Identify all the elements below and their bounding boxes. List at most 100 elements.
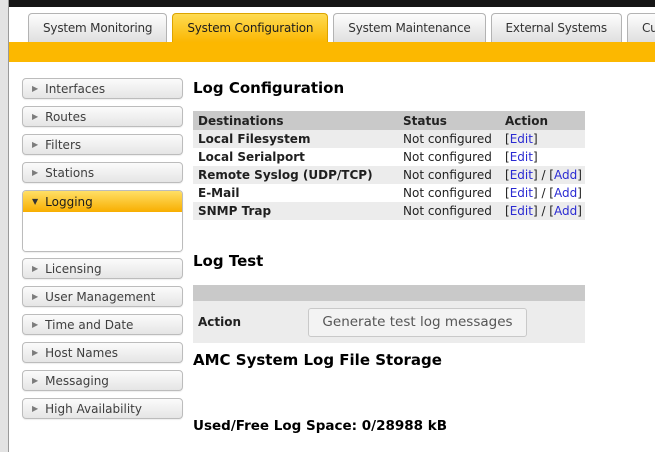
- add-link[interactable]: Add: [554, 204, 577, 218]
- column-header-action: Action: [500, 114, 585, 128]
- sidebar-item-high-availability[interactable]: ▶ High Availability: [22, 398, 183, 419]
- tab-system-monitoring[interactable]: System Monitoring: [28, 13, 167, 42]
- log-test-title: Log Test: [193, 253, 585, 269]
- tab-label: External Systems: [506, 21, 607, 35]
- action-separator: /: [538, 186, 550, 200]
- sidebar-item-stations[interactable]: ▶ Stations: [22, 162, 183, 183]
- tab-label: Custom Script: [642, 21, 655, 35]
- sidebar-item-logging[interactable]: ▼ Logging: [23, 191, 182, 212]
- chevron-right-icon: ▶: [32, 141, 38, 149]
- table-row: SNMP Trap Not configured [Edit] / [Add]: [193, 202, 585, 220]
- chevron-right-icon: ▶: [32, 377, 38, 385]
- edit-link[interactable]: Edit: [510, 150, 533, 164]
- add-link[interactable]: Add: [554, 168, 577, 182]
- table-row: E-Mail Not configured [Edit] / [Add]: [193, 184, 585, 202]
- destination-label: E-Mail: [193, 186, 398, 200]
- sidebar-item-filters[interactable]: ▶ Filters: [22, 134, 183, 155]
- destination-label: Local Serialport: [193, 150, 398, 164]
- bracket: ]: [533, 132, 538, 146]
- tab-label: System Maintenance: [348, 21, 470, 35]
- sidebar-item-user-management[interactable]: ▶ User Management: [22, 286, 183, 307]
- log-test-table-header: [193, 285, 585, 301]
- tab-system-maintenance[interactable]: System Maintenance: [333, 13, 485, 42]
- action-separator: /: [538, 204, 550, 218]
- log-space-usage-text: Used/Free Log Space: 0/28988 kB: [193, 418, 585, 434]
- bracket: ]: [577, 186, 582, 200]
- add-link[interactable]: Add: [554, 186, 577, 200]
- sidebar-item-messaging[interactable]: ▶ Messaging: [22, 370, 183, 391]
- status-value: Not configured: [398, 186, 500, 200]
- chevron-right-icon: ▶: [32, 321, 38, 329]
- sidebar-item-routes[interactable]: ▶ Routes: [22, 106, 183, 127]
- action-cell: [Edit] / [Add]: [500, 168, 585, 182]
- chevron-right-icon: ▶: [32, 265, 38, 273]
- log-destinations-table-header: Destinations Status Action: [193, 111, 585, 130]
- status-value: Not configured: [398, 132, 500, 146]
- edit-link[interactable]: Edit: [510, 204, 533, 218]
- destination-label: SNMP Trap: [193, 204, 398, 218]
- destination-label: Remote Syslog (UDP/TCP): [193, 168, 398, 182]
- window-left-edge: [0, 0, 9, 452]
- log-test-action-row: Action Generate test log messages: [193, 301, 585, 343]
- bracket: ]: [577, 168, 582, 182]
- column-header-status: Status: [398, 114, 500, 128]
- tab-system-configuration[interactable]: System Configuration: [172, 13, 328, 42]
- accent-bar: [9, 42, 655, 62]
- status-value: Not configured: [398, 204, 500, 218]
- sidebar-group-logging: ▼ Logging: [22, 190, 183, 252]
- page-title: Log Configuration: [193, 80, 585, 96]
- chevron-right-icon: ▶: [32, 85, 38, 93]
- edit-link[interactable]: Edit: [510, 186, 533, 200]
- sidebar-item-interfaces[interactable]: ▶ Interfaces: [22, 78, 183, 99]
- sidebar-accordion: ▶ Interfaces ▶ Routes ▶ Filters ▶ Statio…: [22, 78, 183, 426]
- edit-link[interactable]: Edit: [510, 168, 533, 182]
- table-row: Local Serialport Not configured [Edit]: [193, 148, 585, 166]
- chevron-right-icon: ▶: [32, 113, 38, 121]
- chevron-right-icon: ▶: [32, 169, 38, 177]
- chevron-right-icon: ▶: [32, 349, 38, 357]
- chevron-right-icon: ▶: [32, 405, 38, 413]
- amc-storage-title: AMC System Log File Storage: [193, 352, 585, 368]
- sidebar-item-host-names[interactable]: ▶ Host Names: [22, 342, 183, 363]
- action-separator: /: [538, 168, 550, 182]
- generate-test-log-messages-button[interactable]: Generate test log messages: [308, 308, 527, 337]
- sidebar-item-label: Filters: [45, 138, 81, 152]
- bracket: ]: [533, 150, 538, 164]
- action-cell: [Edit]: [500, 132, 585, 146]
- bracket: ]: [577, 204, 582, 218]
- sidebar-item-label: Logging: [45, 195, 93, 209]
- sidebar-item-label: Routes: [45, 110, 86, 124]
- action-cell: [Edit] / [Add]: [500, 204, 585, 218]
- sidebar-item-label: Interfaces: [45, 82, 105, 96]
- sidebar-item-label: Host Names: [45, 346, 118, 360]
- destination-label: Local Filesystem: [193, 132, 398, 146]
- log-destinations-table: Local Filesystem Not configured [Edit] L…: [193, 130, 585, 220]
- chevron-right-icon: ▶: [32, 293, 38, 301]
- main-tab-bar: System Monitoring System Configuration S…: [28, 13, 655, 42]
- sidebar-item-label: Licensing: [45, 262, 101, 276]
- edit-link[interactable]: Edit: [510, 132, 533, 146]
- tab-external-systems[interactable]: External Systems: [491, 13, 622, 42]
- sidebar-item-label: User Management: [45, 290, 155, 304]
- status-value: Not configured: [398, 168, 500, 182]
- sidebar-logging-panel: [23, 212, 182, 251]
- sidebar-item-label: Messaging: [45, 374, 109, 388]
- sidebar-item-licensing[interactable]: ▶ Licensing: [22, 258, 183, 279]
- tab-label: System Monitoring: [43, 21, 152, 35]
- window-top-bar: [9, 0, 655, 7]
- tab-custom-script[interactable]: Custom Script: [627, 13, 655, 42]
- chevron-down-icon: ▼: [32, 198, 38, 206]
- tab-label: System Configuration: [187, 21, 313, 35]
- sidebar-item-time-and-date[interactable]: ▶ Time and Date: [22, 314, 183, 335]
- action-cell: [Edit] / [Add]: [500, 186, 585, 200]
- sidebar-item-label: High Availability: [45, 402, 142, 416]
- column-header-destinations: Destinations: [193, 114, 398, 128]
- status-value: Not configured: [398, 150, 500, 164]
- table-row: Local Filesystem Not configured [Edit]: [193, 130, 585, 148]
- table-row: Remote Syslog (UDP/TCP) Not configured […: [193, 166, 585, 184]
- sidebar-item-label: Stations: [45, 166, 94, 180]
- main-content: Log Configuration Destinations Status Ac…: [193, 80, 585, 434]
- sidebar-item-label: Time and Date: [45, 318, 133, 332]
- action-cell: [Edit]: [500, 150, 585, 164]
- action-label: Action: [193, 315, 308, 329]
